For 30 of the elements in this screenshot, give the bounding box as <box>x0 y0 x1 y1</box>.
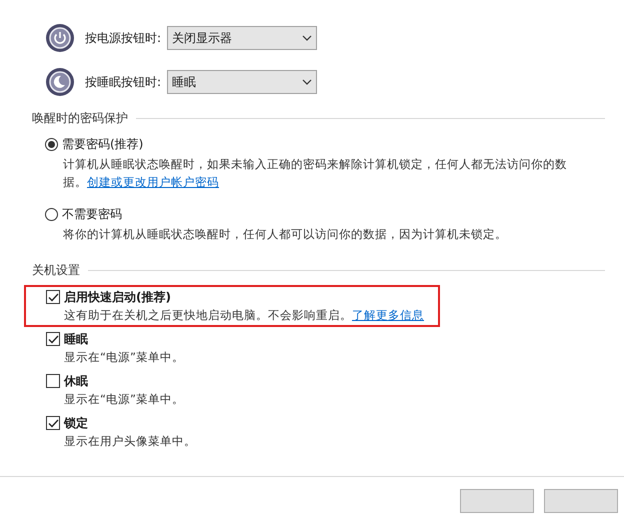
section-heading: 关机设置 <box>32 262 80 279</box>
chevron-icon <box>302 79 312 85</box>
option-label: 需要密码(推荐) <box>62 136 144 153</box>
description: 计算机从睡眠状态唤醒时，如果未输入正确的密码来解除计算机锁定，任何人都无法访问你的数据。创建或更改用户帐户密码 <box>63 156 568 191</box>
option-label: 睡眠 <box>64 331 88 348</box>
option-label: 锁定 <box>64 415 88 432</box>
description: 将你的计算机从睡眠状态唤醒时，任何人都可以访问你的数据，因为计算机未锁定。 <box>63 226 508 243</box>
link[interactable]: 了解更多信息 <box>352 308 424 322</box>
description: 显示在“电源”菜单中。 <box>64 391 185 408</box>
option-label: 休眠 <box>64 373 88 390</box>
checkbox[interactable] <box>46 290 60 304</box>
option-label: 不需要密码 <box>62 206 122 223</box>
checkbox[interactable] <box>46 416 60 430</box>
description: 显示在用户头像菜单中。 <box>64 433 197 450</box>
dropdown[interactable]: 睡眠 <box>167 70 317 94</box>
dropdown[interactable]: 关闭显示器 <box>167 26 317 50</box>
checkbox[interactable] <box>46 332 60 346</box>
description: 显示在“电源”菜单中。 <box>64 349 185 366</box>
chevron-icon <box>302 35 312 41</box>
option-label: 启用快速启动(推荐) <box>64 289 171 306</box>
link[interactable]: 创建或更改用户帐户密码 <box>87 175 219 189</box>
radio-button[interactable] <box>45 138 58 150</box>
checkbox[interactable] <box>46 374 60 388</box>
moon-icon <box>45 67 75 97</box>
setting-label: 按电源按钮时: <box>85 30 162 47</box>
setting-label: 按睡眠按钮时: <box>85 74 162 91</box>
power-icon <box>45 23 75 53</box>
section-heading: 唤醒时的密码保护 <box>32 110 128 127</box>
radio-button[interactable] <box>45 208 58 220</box>
description: 这有助于在关机之后更快地启动电脑。不会影响重启。了解更多信息 <box>64 307 425 324</box>
